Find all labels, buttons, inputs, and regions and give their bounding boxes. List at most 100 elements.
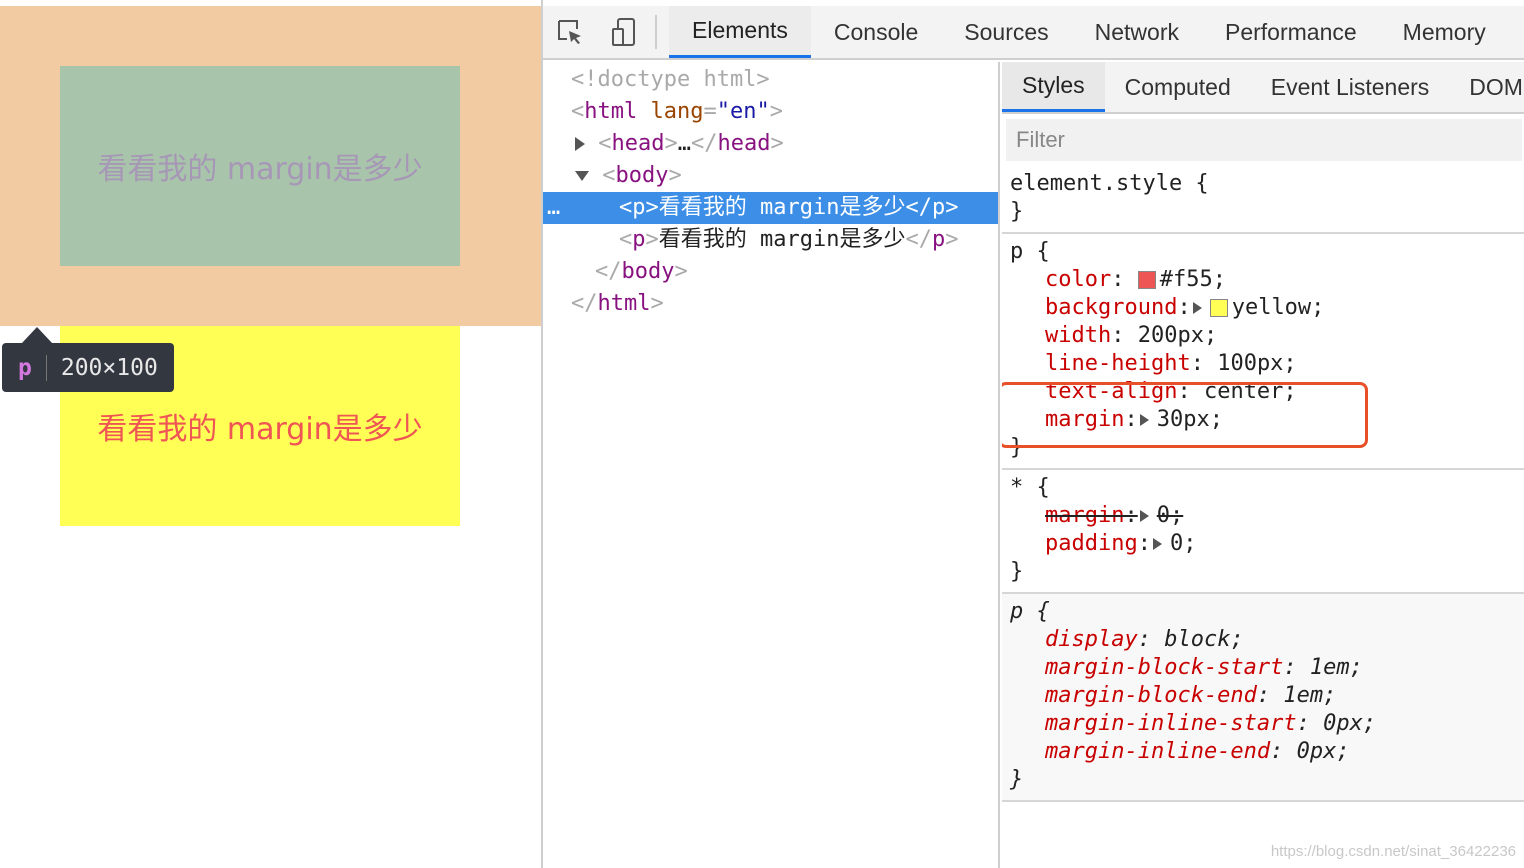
paragraph-one-content-highlight[interactable]: 看看我的 margin是多少: [60, 66, 460, 266]
devtools-toolbar: Elements Console Sources Network Perform…: [543, 6, 1524, 60]
tree-node-body-close[interactable]: </body>: [543, 256, 998, 288]
declaration-color[interactable]: color: #f55;: [1010, 266, 1524, 294]
tab-dom-breakpoints[interactable]: DOM: [1449, 62, 1524, 112]
declaration-property: background: [1045, 295, 1178, 320]
declaration-value: 100px;: [1217, 351, 1297, 376]
collapse-arrow-icon[interactable]: [575, 171, 589, 181]
p-close-tag: p: [931, 195, 946, 220]
tab-event-listeners[interactable]: Event Listeners: [1251, 62, 1450, 112]
tab-console[interactable]: Console: [811, 6, 941, 58]
declaration-value: 0px;: [1323, 711, 1377, 736]
tab-performance[interactable]: Performance: [1202, 6, 1380, 58]
declaration-padding[interactable]: padding: 0;: [1010, 530, 1524, 558]
annotation-highlight-box: [1002, 382, 1368, 448]
color-swatch-icon[interactable]: [1209, 299, 1228, 317]
paragraph-two-text: 看看我的 margin是多少: [97, 412, 423, 447]
tab-sources[interactable]: Sources: [941, 6, 1071, 58]
sidebar-tabs: Styles Computed Event Listeners DOM: [1002, 62, 1524, 114]
tree-node-p-selected[interactable]: … <p>看看我的 margin是多少</p>: [543, 192, 998, 224]
rule-selector: *: [1010, 475, 1024, 500]
rule-selector: element.style: [1010, 171, 1183, 196]
expand-shorthand-icon[interactable]: [1192, 302, 1202, 314]
declaration-property: color: [1045, 267, 1112, 292]
p-text: 看看我的 margin是多少: [658, 195, 906, 220]
tree-node-head[interactable]: <head>…</head>: [543, 128, 998, 160]
filter-row: [1002, 114, 1524, 166]
declaration-property: display: [1045, 627, 1138, 652]
p2-close-tag: p: [931, 227, 946, 252]
body-open-tag: body: [615, 163, 669, 188]
p-open-tag: p: [632, 195, 646, 220]
declaration-background[interactable]: background: yellow;: [1010, 294, 1524, 322]
watermark: https://blog.csdn.net/sinat_36422236: [1270, 843, 1516, 860]
declaration-value: 200px;: [1137, 323, 1218, 348]
tab-styles[interactable]: Styles: [1002, 62, 1105, 112]
styles-filter-input[interactable]: [1006, 119, 1522, 161]
tooltip-arrow: [22, 327, 52, 343]
declaration-value: #f55;: [1159, 267, 1226, 292]
declaration-property: margin-inline-start: [1045, 711, 1297, 736]
declaration-value: 0;: [1169, 531, 1197, 556]
declaration-property: margin-block-end: [1045, 683, 1257, 708]
tab-computed[interactable]: Computed: [1105, 62, 1251, 112]
p2-open-tag: p: [632, 227, 646, 252]
declaration-property: padding: [1045, 531, 1138, 556]
declaration-value: 0;: [1156, 503, 1184, 528]
declaration-margin-block-end[interactable]: margin-block-end: 1em;: [1010, 682, 1524, 710]
declaration-value: block;: [1164, 627, 1244, 652]
rule-selector: p: [1010, 239, 1024, 264]
toolbar-divider: [655, 15, 657, 49]
device-toolbar-icon[interactable]: [597, 6, 651, 58]
p2-text: 看看我的 margin是多少: [658, 227, 906, 252]
paragraph-one-text: 看看我的 margin是多少: [97, 152, 423, 187]
page-viewport: 看看我的 margin是多少 看看我的 margin是多少 p 200×100: [0, 0, 541, 868]
color-swatch-icon[interactable]: [1137, 271, 1156, 289]
declaration-property: line-height: [1045, 351, 1191, 376]
tree-node-p[interactable]: <p>看看我的 margin是多少</p>: [543, 224, 998, 256]
declaration-line-height[interactable]: line-height: 100px;: [1010, 350, 1524, 378]
tooltip-dimensions: 200×100: [60, 354, 158, 381]
html-close-tag: html: [597, 291, 651, 316]
head-open-tag: head: [611, 131, 665, 156]
declaration-value: 0px;: [1296, 739, 1350, 764]
declaration-value: yellow;: [1231, 295, 1325, 320]
rule-universal: * { margin: 0; padding: 0; }: [1002, 470, 1524, 594]
tab-network[interactable]: Network: [1072, 6, 1202, 58]
body-close-tag: body: [621, 259, 675, 284]
html-attr-value: "en": [716, 99, 770, 124]
declaration-property: margin: [1045, 503, 1125, 528]
declaration-value: 1em;: [1309, 655, 1363, 680]
inspect-element-icon[interactable]: [543, 6, 597, 58]
tree-node-html-close[interactable]: </html>: [543, 288, 998, 320]
expand-arrow-icon[interactable]: [575, 137, 585, 151]
declaration-margin-inline-end[interactable]: margin-inline-end: 0px;: [1010, 738, 1524, 766]
rule-p-user-agent: p { display: block; margin-block-start: …: [1002, 594, 1524, 802]
declaration-margin-block-start[interactable]: margin-block-start: 1em;: [1010, 654, 1524, 682]
head-close-tag: head: [717, 131, 771, 156]
rule-element-style: element.style { }: [1002, 166, 1524, 234]
html-tag-name: html: [584, 99, 638, 124]
expand-shorthand-icon[interactable]: [1152, 538, 1162, 550]
doctype-text: <!doctype html>: [571, 67, 770, 92]
expand-shorthand-icon[interactable]: [1139, 510, 1149, 522]
devtools-panel: Elements Console Sources Network Perform…: [541, 0, 1524, 868]
styles-sidebar: Styles Computed Event Listeners DOM elem…: [1002, 62, 1524, 868]
tooltip-separator: [45, 354, 47, 381]
more-actions-icon[interactable]: …: [547, 192, 619, 224]
tree-node-body[interactable]: <body>: [543, 160, 998, 192]
declaration-margin-inline-start[interactable]: margin-inline-start: 0px;: [1010, 710, 1524, 738]
declaration-property: margin-block-start: [1045, 655, 1284, 680]
declaration-width[interactable]: width: 200px;: [1010, 322, 1524, 350]
rule-selector: p: [1010, 599, 1024, 624]
declaration-value: 1em;: [1283, 683, 1337, 708]
declaration-property: width: [1045, 323, 1112, 348]
head-ellipsis: …: [677, 131, 691, 156]
declaration-display[interactable]: display: block;: [1010, 626, 1524, 654]
tree-node-doctype[interactable]: <!doctype html>: [543, 64, 998, 96]
tree-node-html[interactable]: <html lang="en">: [543, 96, 998, 128]
declaration-property: margin-inline-end: [1045, 739, 1271, 764]
tab-memory[interactable]: Memory: [1380, 6, 1509, 58]
html-attr-name: lang: [650, 99, 704, 124]
tab-elements[interactable]: Elements: [669, 6, 811, 58]
declaration-margin-overridden[interactable]: margin: 0;: [1010, 502, 1524, 530]
